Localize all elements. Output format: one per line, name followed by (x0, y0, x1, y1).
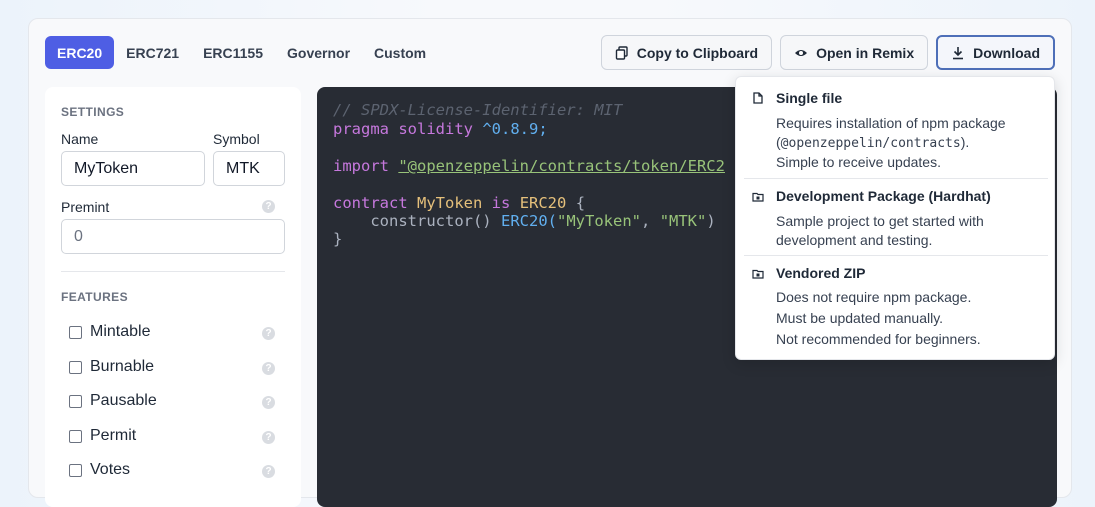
code-open-brace: { (575, 194, 586, 212)
feature-permit[interactable]: Permit (69, 427, 136, 445)
premint-help-icon[interactable]: ? (262, 200, 275, 213)
tab-erc20[interactable]: ERC20 (45, 36, 115, 69)
code-pragma-kw: pragma solidity (333, 120, 473, 138)
settings-panel: SETTINGS Name Symbol MyToken MTK Premint… (45, 87, 301, 507)
settings-divider (61, 271, 285, 272)
copy-to-clipboard-button[interactable]: Copy to Clipboard (600, 35, 773, 70)
code-line-constructor: constructor() ERC20("MyToken", "MTK") (333, 212, 716, 230)
single-file-title: Single file (776, 90, 843, 106)
single-file-desc-line2: (@openzeppelin/contracts). (776, 133, 1006, 153)
vendored-zip-desc-line2: Must be updated manually. (776, 310, 944, 326)
tab-erc721[interactable]: ERC721 (114, 36, 191, 69)
pausable-label: Pausable (90, 392, 157, 409)
vendored-zip-desc: Does not require npm package. Must be up… (776, 287, 981, 350)
premint-label: Premint (61, 199, 110, 215)
download-option-hardhat[interactable]: Development Package (Hardhat) Sample pro… (736, 179, 1054, 255)
download-icon (953, 46, 964, 59)
burnable-label: Burnable (90, 358, 155, 375)
settings-title: SETTINGS (61, 105, 125, 119)
hardhat-desc-line1: Sample project to get started with (776, 213, 984, 229)
mintable-label: Mintable (90, 323, 151, 340)
code-line-contract: contract MyToken is ERC20 { (333, 194, 585, 212)
code-line-pragma: pragma solidity ^0.8.9; (333, 120, 548, 138)
burnable-help-icon[interactable]: ? (262, 362, 275, 375)
code-erc20-call: ERC20( (501, 212, 557, 230)
download-option-single-file[interactable]: Single file Requires installation of npm… (736, 77, 1054, 177)
tab-erc1155[interactable]: ERC1155 (191, 36, 275, 69)
code-arg-name: "MyToken" (557, 212, 641, 230)
hardhat-desc-line2: development and testing. (776, 232, 933, 248)
code-contract-kw: contract (333, 194, 408, 212)
code-import-path[interactable]: "@openzeppelin/contracts/token/ERC2 (398, 157, 725, 175)
code-close-paren: ) (706, 212, 716, 230)
code-constructor: constructor() (370, 212, 492, 230)
contract-tabs: ERC20 ERC721 ERC1155 Governor Custom (45, 36, 438, 69)
vendored-zip-desc-line3: Not recommended for beginners. (776, 331, 981, 347)
name-label: Name (61, 131, 99, 147)
folder-icon (752, 192, 764, 202)
code-arg-symbol: "MTK" (659, 212, 707, 230)
code-contract-name: MyToken (417, 194, 483, 212)
pausable-help-icon[interactable]: ? (262, 396, 275, 409)
file-icon (753, 92, 763, 104)
remix-label: Open in Remix (816, 44, 915, 61)
download-dropdown: Single file Requires installation of npm… (735, 76, 1055, 360)
open-in-remix-button[interactable]: Open in Remix (780, 35, 929, 70)
copy-icon (615, 45, 628, 60)
code-is-kw: is (491, 194, 511, 212)
permit-help-icon[interactable]: ? (262, 431, 275, 444)
vendored-zip-desc-line1: Does not require npm package. (776, 289, 972, 305)
code-line-license: // SPDX-License-Identifier: MIT (333, 101, 623, 119)
feature-votes[interactable]: Votes (69, 461, 130, 479)
features-title: FEATURES (61, 290, 128, 304)
permit-label: Permit (90, 427, 137, 444)
header-actions: Copy to Clipboard Open in Remix Download (600, 35, 1055, 70)
mintable-checkbox[interactable] (69, 325, 82, 339)
hardhat-desc: Sample project to get started with devel… (776, 212, 984, 250)
feature-mintable[interactable]: Mintable (69, 323, 150, 341)
premint-input[interactable]: 0 (61, 219, 285, 254)
burnable-checkbox[interactable] (69, 360, 82, 374)
hardhat-title: Development Package (Hardhat) (776, 188, 991, 204)
tab-governor[interactable]: Governor (275, 36, 362, 69)
mintable-help-icon[interactable]: ? (262, 327, 275, 340)
feature-pausable[interactable]: Pausable (69, 392, 157, 410)
permit-checkbox[interactable] (69, 429, 82, 443)
copy-label: Copy to Clipboard (636, 44, 759, 61)
code-line-import: import "@openzeppelin/contracts/token/ER… (333, 157, 725, 175)
feature-burnable[interactable]: Burnable (69, 358, 154, 376)
single-file-desc-close: ). (960, 134, 970, 150)
code-line-close: } (333, 230, 343, 248)
code-pragma-version: ^0.8.9; (482, 120, 548, 138)
single-file-desc-line3: Simple to receive updates. (776, 154, 941, 170)
download-option-vendored-zip[interactable]: Vendored ZIP Does not require npm packag… (736, 256, 1054, 360)
votes-help-icon[interactable]: ? (262, 465, 275, 478)
remix-icon (795, 49, 808, 56)
vendored-zip-title: Vendored ZIP (776, 265, 866, 281)
pausable-checkbox[interactable] (69, 394, 82, 408)
votes-label: Votes (90, 461, 131, 478)
single-file-desc-line1: Requires installation of npm package (776, 115, 1006, 131)
single-file-desc: Requires installation of npm package (@o… (776, 114, 1006, 172)
symbol-input[interactable]: MTK (213, 151, 285, 186)
code-arg-comma: , (641, 212, 651, 230)
download-button[interactable]: Download (936, 35, 1055, 70)
code-base-name: ERC20 (519, 194, 567, 212)
single-file-package: @openzeppelin/contracts (780, 136, 961, 151)
votes-checkbox[interactable] (69, 463, 82, 477)
name-input[interactable]: MyToken (61, 151, 205, 186)
download-label: Download (973, 44, 1040, 61)
code-import-kw: import (333, 157, 389, 175)
tab-custom[interactable]: Custom (362, 36, 438, 69)
zip-folder-icon (752, 269, 764, 279)
symbol-label: Symbol (213, 131, 260, 147)
